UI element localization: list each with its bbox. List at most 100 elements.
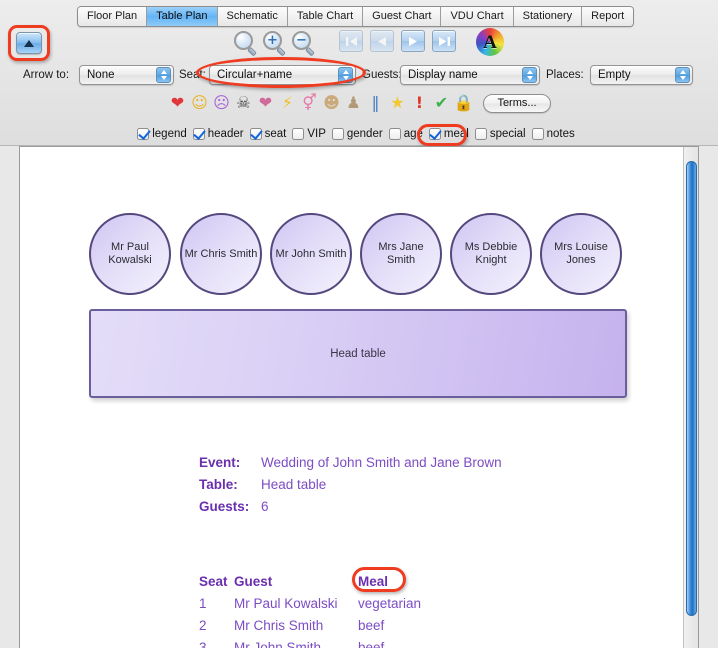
seat-circle-6[interactable]: Mrs Louise Jones bbox=[540, 213, 622, 295]
checkbox-seat-label: seat bbox=[265, 128, 287, 140]
cell-guest: Mr Paul Kowalski bbox=[234, 593, 358, 615]
seat-circle-3[interactable]: Mr John Smith bbox=[270, 213, 352, 295]
tab-table-chart[interactable]: Table Chart bbox=[288, 7, 363, 26]
zoom-out-button[interactable]: − bbox=[292, 31, 318, 57]
terms-button-label: Terms... bbox=[497, 97, 536, 109]
checkbox-special[interactable]: special bbox=[475, 128, 526, 140]
tab-stationery[interactable]: Stationery bbox=[514, 7, 583, 26]
nav-last-button[interactable] bbox=[432, 30, 456, 52]
seat-circle-2[interactable]: Mr Chris Smith bbox=[180, 213, 262, 295]
nav-previous-button[interactable] bbox=[370, 30, 394, 52]
tab-floor-plan[interactable]: Floor Plan bbox=[78, 7, 147, 26]
checkbox-vip[interactable]: VIP bbox=[292, 128, 326, 140]
table-row: 3 Mr John Smith beef bbox=[199, 637, 478, 648]
checkbox-header[interactable]: header bbox=[193, 128, 244, 140]
colors-button[interactable]: A bbox=[476, 28, 504, 56]
guests-display-select[interactable]: Display name bbox=[400, 65, 540, 85]
arrow-to-value: None bbox=[87, 69, 115, 81]
tab-report[interactable]: Report bbox=[582, 7, 633, 26]
checkbox-gender[interactable]: gender bbox=[332, 128, 383, 140]
seat-circle-5[interactable]: Ms Debbie Knight bbox=[450, 213, 532, 295]
info-event-value: Wedding of John Smith and Jane Brown bbox=[261, 452, 502, 474]
places-label: Places: bbox=[546, 69, 584, 81]
gender-icon[interactable]: ⚥ bbox=[299, 93, 319, 113]
stepper-arrows-icon[interactable] bbox=[522, 67, 537, 83]
nav-first-icon bbox=[345, 36, 358, 47]
tab-vdu-chart[interactable]: VDU Chart bbox=[441, 7, 513, 26]
vertical-scrollbar-thumb[interactable] bbox=[686, 161, 697, 616]
lock-icon[interactable]: 🔒 bbox=[453, 93, 473, 113]
star-icon[interactable]: ★ bbox=[387, 93, 407, 113]
seat-circle-4[interactable]: Mrs Jane Smith bbox=[360, 213, 442, 295]
cutlery-icon[interactable]: ‖ bbox=[365, 93, 385, 113]
stepper-arrows-icon[interactable] bbox=[675, 67, 690, 83]
column-header-meal: Meal bbox=[358, 571, 478, 593]
seat-style-select[interactable]: Circular+name bbox=[209, 65, 356, 85]
seat-guest-name-line1: Mrs Jane Smith bbox=[362, 241, 440, 267]
vertical-scrollbar[interactable] bbox=[683, 147, 698, 648]
info-event-label: Event: bbox=[199, 452, 261, 474]
seat-guest-name-line1: Mr Paul bbox=[107, 241, 152, 254]
lightning-icon[interactable]: ⚡ bbox=[277, 93, 297, 113]
cell-meal: beef bbox=[358, 615, 478, 637]
info-guests-label: Guests: bbox=[199, 496, 261, 518]
cell-guest: Mr Chris Smith bbox=[234, 615, 358, 637]
tab-guest-chart[interactable]: Guest Chart bbox=[363, 7, 441, 26]
arrow-to-select[interactable]: None bbox=[79, 65, 174, 85]
zoom-fit-button[interactable] bbox=[234, 31, 260, 57]
field-visibility-checkboxes: legend header seat VIP gender age bbox=[0, 125, 718, 143]
display-options-row: Arrow to: None Seat: Circular+name Guest… bbox=[0, 63, 718, 87]
checkbox-box-icon bbox=[250, 128, 262, 140]
zoom-in-button[interactable]: + bbox=[263, 31, 289, 57]
checkbox-vip-label: VIP bbox=[307, 128, 326, 140]
nav-first-button[interactable] bbox=[339, 30, 363, 52]
couple-icon[interactable]: ❤ bbox=[255, 93, 275, 113]
color-wheel-icon: A bbox=[483, 33, 497, 52]
seat-guest-name-line2: Jones bbox=[553, 254, 609, 267]
symbol-toolbar: ❤ ☺ ☹ ☠ ❤ ⚡ ⚥ ☻ ♟ ‖ ★ ! ✔ 🔒 Terms... bbox=[0, 91, 718, 115]
heart-icon[interactable]: ❤ bbox=[167, 93, 187, 113]
checkbox-box-icon bbox=[532, 128, 544, 140]
cell-meal: vegetarian bbox=[358, 593, 478, 615]
seat-guest-name-line1: Ms Debbie bbox=[464, 241, 519, 254]
cell-seat: 1 bbox=[199, 593, 234, 615]
guests-label: Guests: bbox=[362, 69, 402, 81]
view-tabs[interactable]: Floor Plan Table Plan Schematic Table Ch… bbox=[77, 6, 634, 27]
tab-table-plan[interactable]: Table Plan bbox=[147, 7, 217, 26]
smiley-sad-icon[interactable]: ☹ bbox=[211, 93, 231, 113]
seat-circle-1[interactable]: Mr Paul Kowalski bbox=[89, 213, 171, 295]
nav-next-icon bbox=[407, 36, 419, 47]
checkbox-box-icon bbox=[292, 128, 304, 140]
guests-display-value: Display name bbox=[408, 69, 478, 81]
terms-button[interactable]: Terms... bbox=[483, 94, 550, 113]
nav-next-button[interactable] bbox=[401, 30, 425, 52]
table-row: 2 Mr Chris Smith beef bbox=[199, 615, 478, 637]
checkbox-legend[interactable]: legend bbox=[137, 128, 187, 140]
checkbox-gender-label: gender bbox=[347, 128, 383, 140]
checkbox-special-label: special bbox=[490, 128, 526, 140]
group-icon[interactable]: ♟ bbox=[343, 93, 363, 113]
checkbox-box-icon bbox=[193, 128, 205, 140]
check-icon[interactable]: ✔ bbox=[431, 93, 451, 113]
places-value: Empty bbox=[598, 69, 631, 81]
seating-list-table: Seat Guest Meal 1 Mr Paul Kowalski veget… bbox=[199, 571, 478, 648]
table-header-row: Seat Guest Meal bbox=[199, 571, 478, 593]
table-plan-canvas[interactable]: Mr Paul Kowalski Mr Chris Smith Mr John … bbox=[19, 146, 699, 648]
canvas-content: Mr Paul Kowalski Mr Chris Smith Mr John … bbox=[20, 147, 684, 648]
places-select[interactable]: Empty bbox=[590, 65, 693, 85]
tab-schematic[interactable]: Schematic bbox=[218, 7, 288, 26]
checkbox-meal[interactable]: meal bbox=[429, 128, 469, 140]
checkbox-age[interactable]: age bbox=[389, 128, 423, 140]
seat-guest-name-line2: Kowalski bbox=[107, 254, 152, 267]
stepper-arrows-icon[interactable] bbox=[156, 67, 171, 83]
cell-seat: 2 bbox=[199, 615, 234, 637]
person-icon[interactable]: ☻ bbox=[321, 93, 341, 113]
seat-label: Seat: bbox=[179, 69, 206, 81]
head-table-shape[interactable]: Head table bbox=[89, 309, 627, 398]
checkbox-notes[interactable]: notes bbox=[532, 128, 575, 140]
smiley-happy-icon[interactable]: ☺ bbox=[189, 93, 209, 113]
stepper-arrows-icon[interactable] bbox=[338, 67, 353, 83]
skull-icon[interactable]: ☠ bbox=[233, 93, 253, 113]
exclamation-icon[interactable]: ! bbox=[409, 93, 429, 113]
checkbox-seat[interactable]: seat bbox=[250, 128, 287, 140]
